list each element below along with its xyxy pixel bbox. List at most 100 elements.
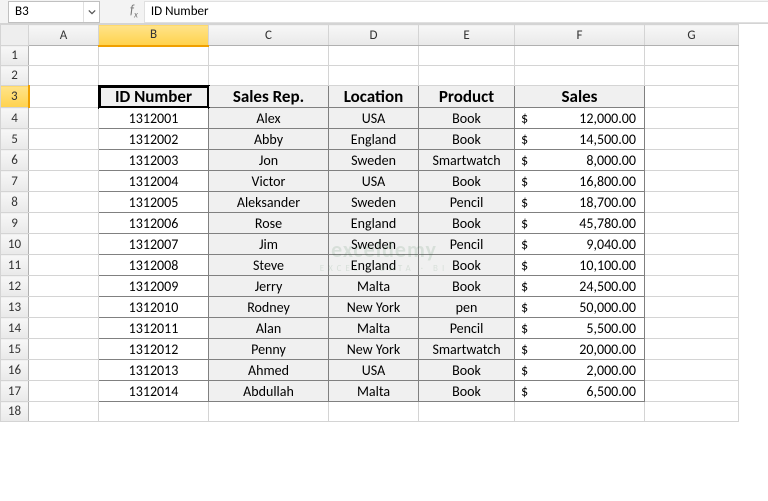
cell-A7[interactable] bbox=[29, 171, 99, 192]
cell-C15[interactable]: Penny bbox=[209, 339, 329, 360]
cell-B3[interactable]: ID Number bbox=[99, 86, 209, 108]
cell-E17[interactable]: Book bbox=[419, 381, 515, 402]
cell-E6[interactable]: Smartwatch bbox=[419, 150, 515, 171]
row-header-15[interactable]: 15 bbox=[1, 339, 29, 360]
cell-B14[interactable]: 1312011 bbox=[99, 318, 209, 339]
cell-B4[interactable]: 1312001 bbox=[99, 108, 209, 129]
fx-icon[interactable]: fx bbox=[130, 3, 138, 21]
cell-C7[interactable]: Victor bbox=[209, 171, 329, 192]
cell-G2[interactable] bbox=[645, 66, 739, 86]
cell-B1[interactable] bbox=[99, 46, 209, 66]
cell-C2[interactable] bbox=[209, 66, 329, 86]
row-header-8[interactable]: 8 bbox=[1, 192, 29, 213]
cell-F14[interactable]: $5,500.00 bbox=[515, 318, 645, 339]
cell-F5[interactable]: $14,500.00 bbox=[515, 129, 645, 150]
cell-B15[interactable]: 1312012 bbox=[99, 339, 209, 360]
cell-F16[interactable]: $2,000.00 bbox=[515, 360, 645, 381]
cell-D8[interactable]: Sweden bbox=[329, 192, 419, 213]
cell-B7[interactable]: 1312004 bbox=[99, 171, 209, 192]
cell-E18[interactable] bbox=[419, 402, 515, 422]
cell-F10[interactable]: $9,040.00 bbox=[515, 234, 645, 255]
cell-G7[interactable] bbox=[645, 171, 739, 192]
cell-D7[interactable]: USA bbox=[329, 171, 419, 192]
cell-A8[interactable] bbox=[29, 192, 99, 213]
cell-C10[interactable]: Jim bbox=[209, 234, 329, 255]
cell-B6[interactable]: 1312003 bbox=[99, 150, 209, 171]
cell-A1[interactable] bbox=[29, 46, 99, 66]
cell-B12[interactable]: 1312009 bbox=[99, 276, 209, 297]
cell-G15[interactable] bbox=[645, 339, 739, 360]
row-header-2[interactable]: 2 bbox=[1, 66, 29, 86]
cell-F7[interactable]: $16,800.00 bbox=[515, 171, 645, 192]
cell-A5[interactable] bbox=[29, 129, 99, 150]
formula-bar[interactable]: ID Number bbox=[144, 1, 768, 23]
cell-C17[interactable]: Abdullah bbox=[209, 381, 329, 402]
cell-A17[interactable] bbox=[29, 381, 99, 402]
cell-A10[interactable] bbox=[29, 234, 99, 255]
cell-F15[interactable]: $20,000.00 bbox=[515, 339, 645, 360]
cell-A4[interactable] bbox=[29, 108, 99, 129]
row-header-12[interactable]: 12 bbox=[1, 276, 29, 297]
column-header-C[interactable]: C bbox=[209, 25, 329, 46]
row-header-4[interactable]: 4 bbox=[1, 108, 29, 129]
cell-C14[interactable]: Alan bbox=[209, 318, 329, 339]
row-header-17[interactable]: 17 bbox=[1, 381, 29, 402]
row-header-9[interactable]: 9 bbox=[1, 213, 29, 234]
cell-F3[interactable]: Sales bbox=[515, 86, 645, 108]
cell-C13[interactable]: Rodney bbox=[209, 297, 329, 318]
cell-A9[interactable] bbox=[29, 213, 99, 234]
cell-F1[interactable] bbox=[515, 46, 645, 66]
cell-E12[interactable]: Book bbox=[419, 276, 515, 297]
row-header-5[interactable]: 5 bbox=[1, 129, 29, 150]
cell-E14[interactable]: Pencil bbox=[419, 318, 515, 339]
cell-D13[interactable]: New York bbox=[329, 297, 419, 318]
cell-D18[interactable] bbox=[329, 402, 419, 422]
cell-G14[interactable] bbox=[645, 318, 739, 339]
cell-B9[interactable]: 1312006 bbox=[99, 213, 209, 234]
cell-G6[interactable] bbox=[645, 150, 739, 171]
cell-C5[interactable]: Abby bbox=[209, 129, 329, 150]
row-header-13[interactable]: 13 bbox=[1, 297, 29, 318]
cell-A11[interactable] bbox=[29, 255, 99, 276]
cell-C1[interactable] bbox=[209, 46, 329, 66]
cell-E4[interactable]: Book bbox=[419, 108, 515, 129]
cell-C6[interactable]: Jon bbox=[209, 150, 329, 171]
cell-A3[interactable] bbox=[29, 86, 99, 108]
cell-A13[interactable] bbox=[29, 297, 99, 318]
cell-C3[interactable]: Sales Rep. bbox=[209, 86, 329, 108]
row-header-18[interactable]: 18 bbox=[1, 402, 29, 422]
cell-E11[interactable]: Book bbox=[419, 255, 515, 276]
row-header-16[interactable]: 16 bbox=[1, 360, 29, 381]
cell-G1[interactable] bbox=[645, 46, 739, 66]
cell-G10[interactable] bbox=[645, 234, 739, 255]
cell-D16[interactable]: USA bbox=[329, 360, 419, 381]
cell-A14[interactable] bbox=[29, 318, 99, 339]
column-header-F[interactable]: F bbox=[515, 25, 645, 46]
cell-G12[interactable] bbox=[645, 276, 739, 297]
row-header-6[interactable]: 6 bbox=[1, 150, 29, 171]
cell-C9[interactable]: Rose bbox=[209, 213, 329, 234]
cell-B2[interactable] bbox=[99, 66, 209, 86]
cell-D12[interactable]: Malta bbox=[329, 276, 419, 297]
name-box[interactable]: B3 bbox=[8, 1, 100, 23]
cell-F12[interactable]: $24,500.00 bbox=[515, 276, 645, 297]
cell-B16[interactable]: 1312013 bbox=[99, 360, 209, 381]
cell-A18[interactable] bbox=[29, 402, 99, 422]
cell-C11[interactable]: Steve bbox=[209, 255, 329, 276]
cell-F2[interactable] bbox=[515, 66, 645, 86]
cell-E9[interactable]: Book bbox=[419, 213, 515, 234]
cell-C8[interactable]: Aleksander bbox=[209, 192, 329, 213]
cell-D15[interactable]: New York bbox=[329, 339, 419, 360]
cell-F18[interactable] bbox=[515, 402, 645, 422]
cell-E8[interactable]: Pencil bbox=[419, 192, 515, 213]
select-all-corner[interactable] bbox=[1, 25, 29, 46]
cell-G17[interactable] bbox=[645, 381, 739, 402]
cell-A2[interactable] bbox=[29, 66, 99, 86]
row-header-3[interactable]: 3 bbox=[1, 86, 29, 108]
cell-D5[interactable]: England bbox=[329, 129, 419, 150]
cell-G4[interactable] bbox=[645, 108, 739, 129]
row-header-1[interactable]: 1 bbox=[1, 46, 29, 66]
column-header-G[interactable]: G bbox=[645, 25, 739, 46]
cell-B8[interactable]: 1312005 bbox=[99, 192, 209, 213]
cell-F4[interactable]: $12,000.00 bbox=[515, 108, 645, 129]
